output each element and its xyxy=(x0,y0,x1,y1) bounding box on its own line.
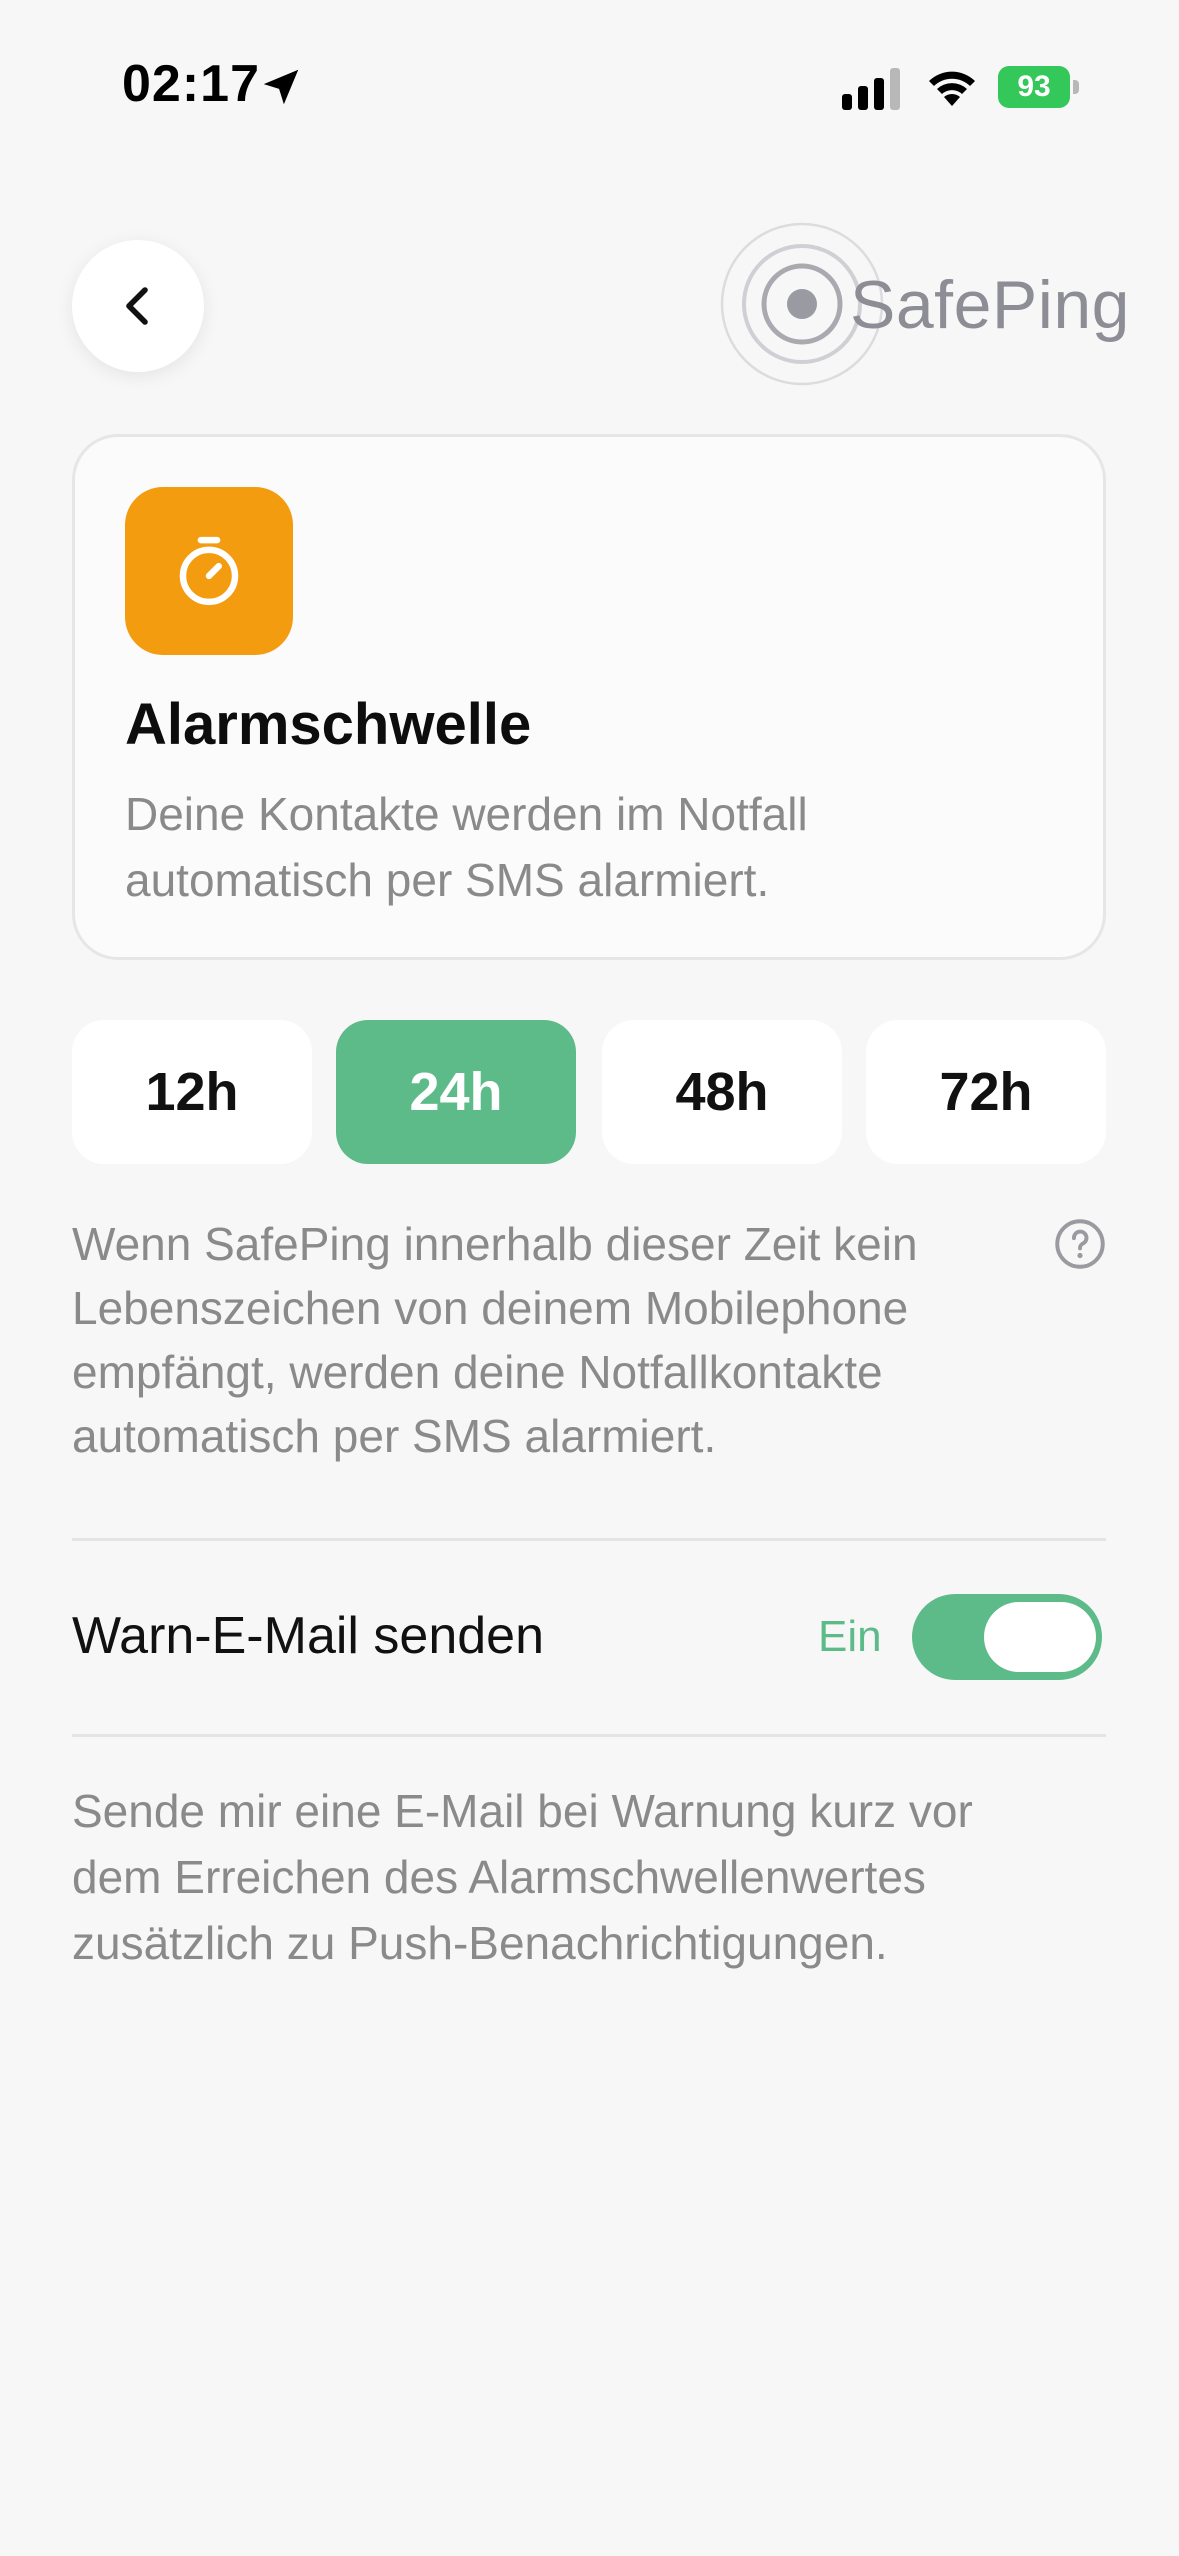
wifi-icon xyxy=(929,71,975,106)
battery-icon: 93 xyxy=(998,66,1080,108)
battery-cap xyxy=(1073,80,1079,94)
status-time: 02:17 xyxy=(122,55,260,113)
warn-email-label: Warn-E-Mail senden xyxy=(72,1607,545,1665)
option-12h[interactable]: 12h xyxy=(72,1020,312,1164)
toggle-state-label: Ein xyxy=(818,1612,882,1661)
back-button[interactable] xyxy=(72,240,204,372)
chevron-left-icon xyxy=(126,287,148,325)
threshold-options: 12h 24h 48h 72h xyxy=(72,1020,1106,1164)
battery-level: 93 xyxy=(998,66,1070,108)
help-icon[interactable] xyxy=(1054,1218,1106,1270)
location-arrow-icon xyxy=(263,69,299,105)
option-72h[interactable]: 72h xyxy=(866,1020,1106,1164)
option-24h[interactable]: 24h xyxy=(336,1020,576,1164)
stopwatch-icon xyxy=(179,536,239,606)
card-title: Alarmschwelle xyxy=(125,692,532,757)
threshold-help-text: Wenn SafePing innerhalb dieser Zeit kein… xyxy=(72,1218,918,1462)
card-icon-tile xyxy=(125,487,293,655)
divider-top xyxy=(72,1538,1106,1541)
alarm-threshold-card: Alarmschwelle Deine Kontakte werden im N… xyxy=(72,434,1106,960)
logo-text: SafePing xyxy=(850,267,1130,343)
toggle-knob xyxy=(984,1602,1096,1672)
safeping-logo: SafePing xyxy=(720,222,1129,392)
option-48h[interactable]: 48h xyxy=(602,1020,842,1164)
warn-email-description: Sende mir eine E-Mail bei Warnung kurz v… xyxy=(72,1785,973,1969)
status-bar: 02:17 93 xyxy=(0,0,1179,170)
card-description: Deine Kontakte werden im Notfall automat… xyxy=(125,788,808,906)
warn-email-toggle[interactable] xyxy=(912,1594,1102,1680)
signal-icon xyxy=(842,68,900,110)
divider-bottom xyxy=(72,1734,1106,1737)
